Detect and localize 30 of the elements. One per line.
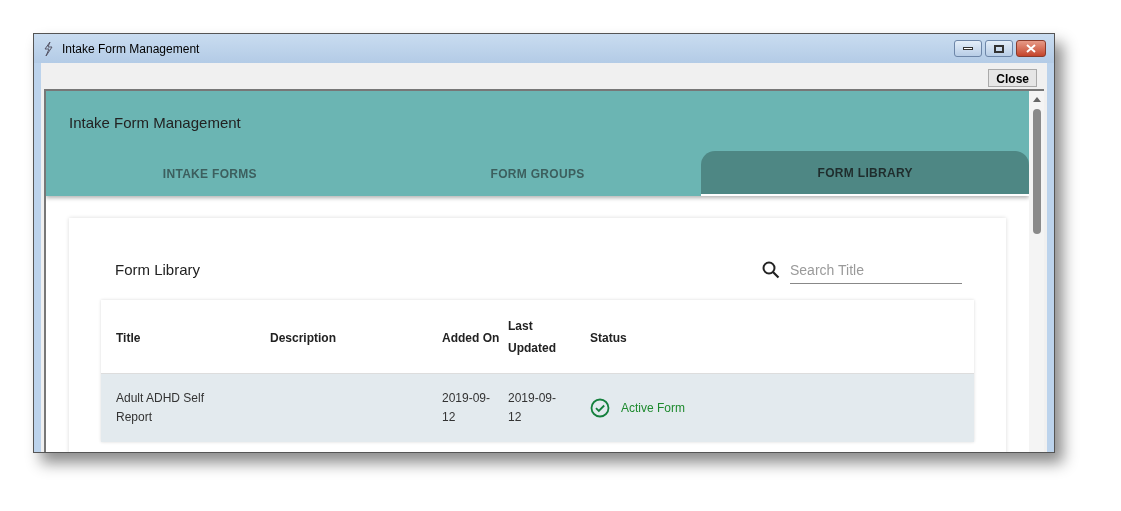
page-title: Intake Form Management [68,113,242,133]
minimize-button[interactable] [954,40,982,57]
column-header: Last Updated [508,317,557,357]
column-header: Title [116,330,141,345]
table-row[interactable]: Adult ADHD Self Report 2019-09-12 2019-09-12 Active Form [101,374,974,442]
card-title: Form Library [115,259,200,280]
column-header: Description [270,330,336,345]
scrollbar[interactable] [1029,91,1044,452]
scroll-up-icon [1032,97,1041,102]
column-header: Status [590,330,627,345]
app-icon [42,40,54,57]
search-icon [762,261,780,279]
check-circle-icon [590,398,610,418]
column-header: Added On [442,330,500,345]
maximize-icon [994,44,1004,53]
close-window-button[interactable] [1016,40,1046,57]
tab[interactable]: FORM GROUPS [373,151,702,196]
table-cell-text: 2019-09-12 [508,390,558,426]
table-cell-text: 2019-09-12 [442,390,492,426]
close-icon [1026,44,1036,53]
search-field[interactable]: Search Title [790,256,962,284]
tab[interactable]: INTAKE FORMS [46,151,374,196]
maximize-button[interactable] [985,40,1013,57]
close-button[interactable]: Close [988,69,1037,87]
tab[interactable]: FORM LIBRARY [701,151,1029,196]
table-cell-text: Adult ADHD Self Report [116,390,206,426]
status-text: Active Form [621,400,685,417]
minimize-icon [963,47,973,50]
window-title: Intake Form Management [62,40,200,58]
scroll-thumb[interactable] [1032,109,1041,234]
